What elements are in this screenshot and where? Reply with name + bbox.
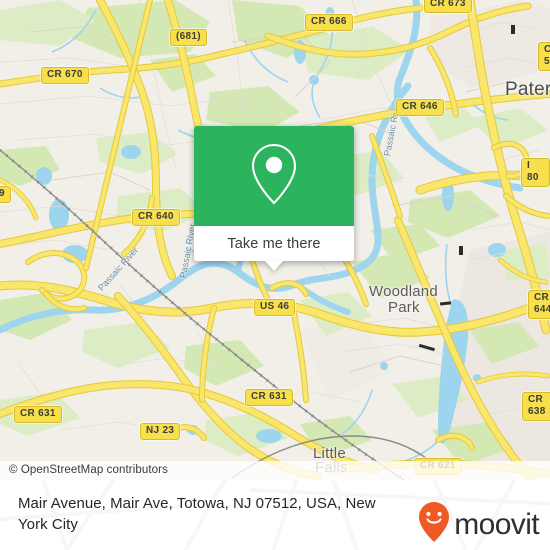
road-shield-9: 9 — [0, 186, 11, 203]
road-shield-us46: US 46 — [254, 299, 296, 316]
osm-attribution[interactable]: © OpenStreetMap contributors — [0, 461, 550, 480]
road-shield-cr673: CR 673 — [424, 0, 472, 13]
map-pin-icon — [248, 142, 300, 211]
map-screenshot: .road-cas{stroke:#e3c93c;fill:none;strok… — [0, 0, 550, 550]
road-shield-cr640: CR 640 — [132, 209, 180, 226]
popup-cta[interactable]: Take me there — [194, 226, 354, 261]
popup-tail — [265, 261, 283, 271]
moovit-wordmark: moovit — [454, 507, 539, 541]
road-shield-cr646: CR 646 — [396, 99, 444, 116]
road-shield-cr631: CR 631 — [245, 389, 293, 406]
moovit-pin-smile-icon — [417, 501, 451, 548]
footer-bar: Mair Avenue, Mair Ave, Totowa, NJ 07512,… — [0, 480, 550, 550]
moovit-logo[interactable]: moovit — [417, 501, 540, 548]
road-shield-cr666: CR 666 — [305, 14, 353, 31]
road-shield-i80: I 80 — [521, 158, 550, 187]
road-shield-cr509: CR 509 — [538, 42, 550, 71]
address-text: Mair Avenue, Mair Ave, Totowa, NJ 07512,… — [18, 495, 376, 533]
road-shield-cr631-2: CR 631 — [14, 406, 62, 423]
road-shield-681: (681) — [170, 29, 207, 46]
popup-cta-label: Take me there — [227, 235, 321, 252]
map-popup-card[interactable]: Take me there — [194, 126, 354, 271]
road-shield-nj23: NJ 23 — [140, 423, 181, 440]
road-shield-cr638: CR 638 — [522, 392, 550, 421]
road-shield-cr644: CR 644 — [528, 290, 550, 319]
road-shield-cr670: CR 670 — [41, 67, 89, 84]
popup-image-area — [194, 126, 354, 226]
